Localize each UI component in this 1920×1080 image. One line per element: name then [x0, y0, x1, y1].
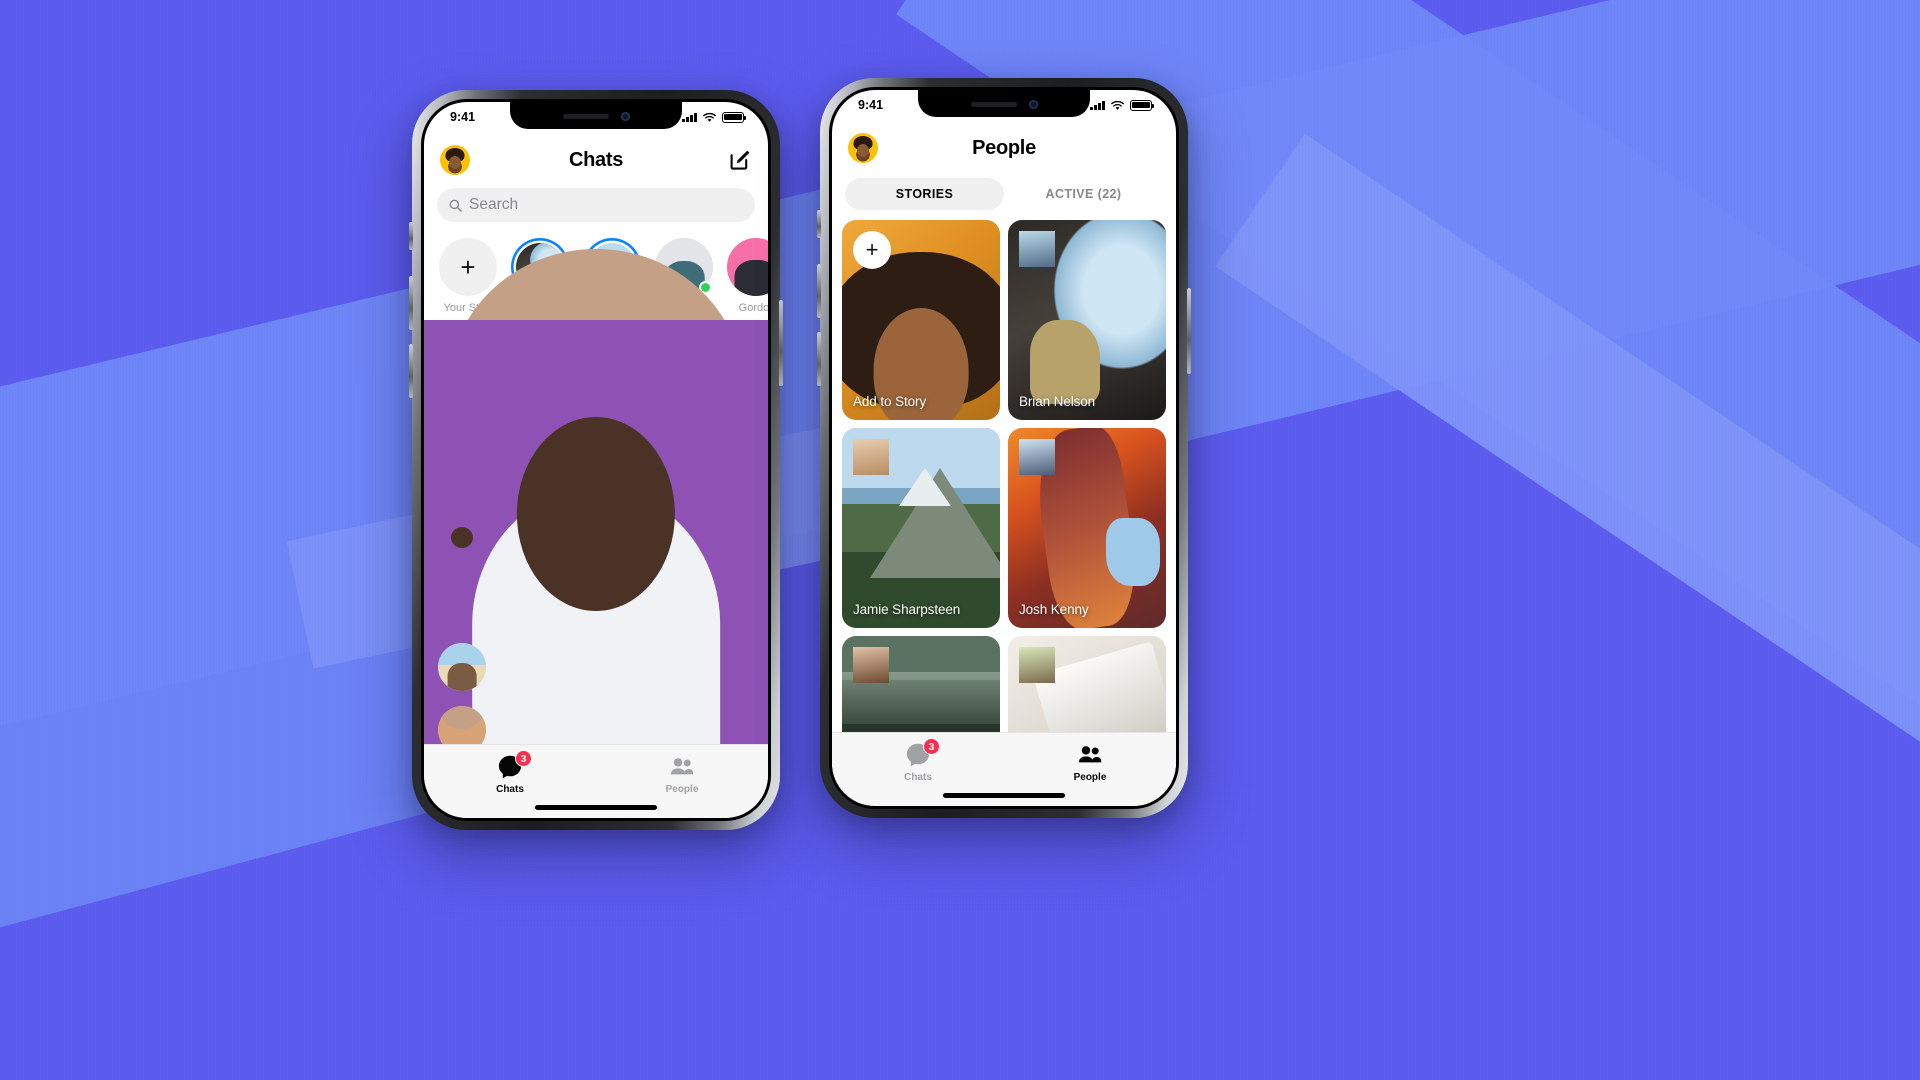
- status-indicators: [1090, 99, 1155, 111]
- tab-stories[interactable]: STORIES: [845, 178, 1004, 210]
- story-gordon[interactable]: Gordon: [727, 238, 768, 314]
- story-card-label: Jamie Sharpsteen: [853, 602, 961, 617]
- story-avatar-ring: [1019, 231, 1055, 267]
- page-title: People: [972, 136, 1036, 159]
- story-card-label: Add to Story: [853, 394, 927, 409]
- tab-label: Chats: [496, 784, 524, 795]
- tab-label: People: [665, 784, 699, 795]
- battery-icon: [1130, 99, 1155, 111]
- status-time: 9:41: [858, 98, 884, 112]
- chat-bubble-icon: 3: [905, 738, 940, 768]
- home-indicator[interactable]: [535, 805, 657, 810]
- compose-icon[interactable]: [728, 148, 752, 172]
- people-icon: [1077, 742, 1103, 768]
- power-button[interactable]: [1187, 288, 1191, 374]
- tab-people[interactable]: People: [1004, 742, 1176, 783]
- story-card-jamie-sharpsteen[interactable]: Jamie Sharpsteen: [842, 428, 1000, 628]
- front-camera-icon: [1028, 100, 1038, 109]
- story-avatar-ring: [853, 647, 889, 683]
- avatar: [853, 647, 889, 683]
- notch: [510, 102, 682, 129]
- chats-header: Chats: [424, 132, 768, 188]
- wifi-icon: [703, 112, 716, 122]
- phone-bezel: 9:41 Chats Search + Your Story Gordo 3 C…: [421, 99, 771, 821]
- profile-avatar[interactable]: [440, 145, 470, 175]
- avatar: [853, 439, 889, 475]
- page-title: Chats: [568, 148, 624, 171]
- story-card-label: Josh Kenny: [1019, 602, 1089, 617]
- cellular-signal-icon: [1090, 100, 1105, 110]
- phone-bezel: 9:41 People STORIES ACTIVE (22) + Add to…: [829, 87, 1179, 809]
- status-badge: 3: [515, 750, 532, 767]
- tab-label: People: [1073, 772, 1107, 783]
- wifi-icon: [1111, 100, 1124, 110]
- tab-chats[interactable]: 3 Chats: [424, 750, 596, 795]
- tab-people[interactable]: People: [596, 754, 768, 795]
- search-bar[interactable]: Search: [437, 188, 755, 222]
- tab-label: Chats: [904, 772, 932, 783]
- avatar: [1019, 231, 1055, 267]
- status-indicators: [682, 111, 747, 123]
- story-avatar-ring: [1019, 439, 1055, 475]
- volume-up-button[interactable]: [409, 276, 413, 330]
- people-icon: [669, 754, 695, 780]
- phone-right-people: 9:41 People STORIES ACTIVE (22) + Add to…: [817, 78, 1191, 818]
- story-card-josh-kenny[interactable]: Josh Kenny: [1008, 428, 1166, 628]
- notch: [918, 90, 1090, 117]
- cellular-signal-icon: [682, 112, 697, 122]
- profile-avatar[interactable]: [848, 133, 878, 163]
- story-card-brian-nelson[interactable]: Brian Nelson: [1008, 220, 1166, 420]
- earpiece-speaker: [562, 114, 609, 119]
- story-card-label: Brian Nelson: [1019, 394, 1096, 409]
- tab-chats[interactable]: 3 Chats: [832, 738, 1004, 783]
- seen-avatar: [424, 320, 768, 761]
- volume-down-button[interactable]: [817, 332, 821, 386]
- phone-left-chats: 9:41 Chats Search + Your Story Gordo 3 C…: [409, 90, 783, 830]
- search-input[interactable]: Search: [469, 196, 518, 214]
- volume-down-button[interactable]: [409, 344, 413, 398]
- avatar: [438, 642, 486, 691]
- battery-icon: [722, 111, 747, 123]
- story-grid[interactable]: + Add to Story Brian Nelson Jamie Sharps: [832, 220, 1176, 806]
- avatar: [1019, 647, 1055, 683]
- story-avatar-ring: [853, 439, 889, 475]
- story-card-add-to-story[interactable]: + Add to Story: [842, 220, 1000, 420]
- plus-icon[interactable]: +: [853, 231, 891, 269]
- chat-bubble-icon: 3: [497, 750, 532, 780]
- people-header: People: [832, 120, 1176, 176]
- seen-receipts: [424, 320, 768, 761]
- story-label: Gordon: [738, 302, 768, 314]
- plus-icon[interactable]: +: [439, 238, 497, 296]
- story-avatar-ring: [1019, 647, 1055, 683]
- earpiece-speaker: [970, 102, 1017, 107]
- power-button[interactable]: [779, 300, 783, 386]
- story-thumbnail: [727, 238, 768, 296]
- status-badge: 3: [923, 738, 940, 755]
- mute-switch[interactable]: [817, 210, 821, 238]
- status-time: 9:41: [450, 110, 476, 124]
- search-icon: [449, 199, 462, 212]
- story-ring: [727, 238, 768, 296]
- segmented-control[interactable]: STORIES ACTIVE (22): [845, 178, 1163, 210]
- screen-people: 9:41 People STORIES ACTIVE (22) + Add to…: [832, 90, 1176, 806]
- chat-list[interactable]: Jeremy Goldberg Hey, how's it going? · 1…: [424, 320, 768, 761]
- avatar: [1019, 439, 1055, 475]
- tab-active[interactable]: ACTIVE (22): [1004, 178, 1163, 210]
- home-indicator[interactable]: [943, 793, 1065, 798]
- volume-up-button[interactable]: [817, 264, 821, 318]
- mute-switch[interactable]: [409, 222, 413, 250]
- front-camera-icon: [620, 112, 630, 121]
- screen-chats: 9:41 Chats Search + Your Story Gordo 3 C…: [424, 102, 768, 818]
